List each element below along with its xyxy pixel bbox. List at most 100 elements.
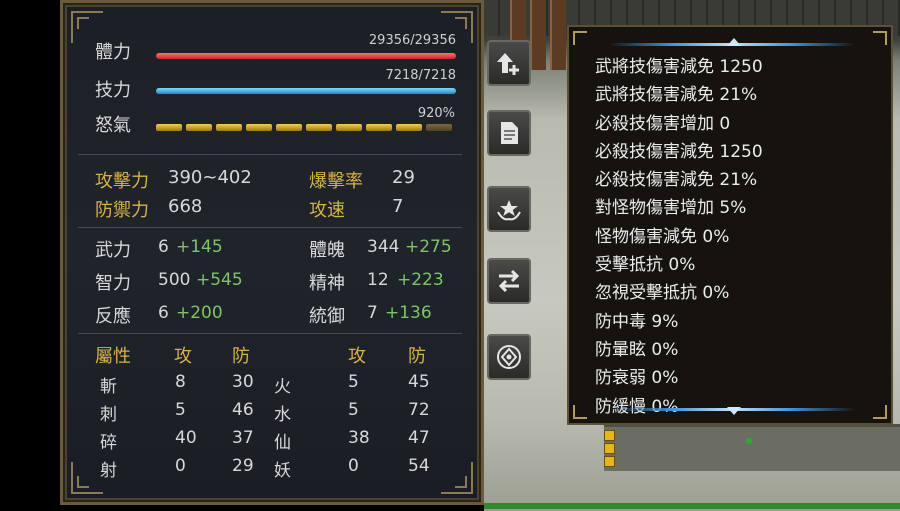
document-button[interactable] [487,110,531,156]
defense-value: 668 [168,196,203,217]
scroll-up-icon[interactable] [727,38,741,46]
level-up-button[interactable] [487,40,531,86]
attr-label: 武力 [95,240,131,261]
tooltip-line: 對怪物傷害增加 5% [595,198,747,219]
attr-bonus: +136 [385,303,432,323]
section-divider [78,227,462,228]
compass-button[interactable] [487,334,531,380]
background-floor [604,424,900,471]
tooltip-line: 防暈眩 0% [595,339,679,360]
panel-corner-ornament [71,462,103,494]
level-up-icon [497,53,519,75]
rage-segment [246,124,272,131]
emblem-icon [497,200,521,221]
panel-corner-ornament [441,462,473,494]
element-header-def: 防 [232,346,250,367]
map-marker [604,443,615,454]
element-header-def: 防 [408,346,426,367]
hp-value: 29356/29356 [368,33,456,48]
attr-label: 體魄 [309,240,345,261]
rage-segment [276,124,302,131]
attr-bonus: +275 [405,237,452,257]
attr-label: 精神 [309,273,345,294]
tooltip-line: 武將技傷害減免 21% [595,85,758,106]
tooltip-line: 怪物傷害減免 0% [595,226,730,247]
hp-bar [156,53,456,59]
attack-speed-label: 攻速 [309,200,345,221]
element-attack: 5 [348,400,359,420]
attr-base: 12 [367,270,389,290]
attr-base: 7 [367,303,378,323]
element-defense: 45 [408,372,430,392]
attack-label: 攻擊力 [95,171,149,192]
element-name: 斬 [100,377,117,397]
element-name: 碎 [100,433,117,453]
rage-segment [396,124,422,131]
background-post [530,0,546,70]
section-divider [78,333,462,334]
map-marker [746,438,752,444]
element-defense: 47 [408,428,430,448]
document-icon [501,122,518,144]
emblem-button[interactable] [487,186,531,232]
hp-label: 體力 [95,42,131,63]
map-marker [604,456,615,467]
attr-base: 344 [367,237,400,257]
attr-label: 反應 [95,306,131,327]
left-black-strip [0,0,58,511]
section-divider [78,154,462,155]
rage-label: 怒氣 [95,115,131,136]
rage-value: 920% [417,106,455,121]
rage-bar [156,124,452,131]
attack-speed-value: 7 [392,196,404,217]
attr-label: 統御 [309,306,345,327]
rage-segment [306,124,332,131]
tooltip-line: 受擊抵抗 0% [595,255,696,276]
tooltip-corner [573,405,587,419]
element-name: 妖 [274,461,291,481]
crit-rate-value: 29 [392,167,415,188]
rage-segment [366,124,392,131]
element-name: 射 [100,461,117,481]
rage-segment [426,124,452,131]
map-marker [604,430,615,441]
swap-button[interactable] [487,258,531,304]
element-header-atk: 攻 [348,346,366,367]
attr-bonus: +200 [176,303,223,323]
mp-value: 7218/7218 [385,68,456,83]
scroll-down-icon[interactable] [727,407,741,415]
tooltip-line: 必殺技傷害減免 21% [595,170,758,191]
element-attack: 38 [348,428,370,448]
element-attack: 0 [348,456,359,476]
attack-value: 390~402 [168,167,252,188]
crit-rate-label: 爆擊率 [309,171,363,192]
rage-segment [336,124,362,131]
element-defense: 46 [232,400,254,420]
background-post [550,0,566,70]
element-name: 仙 [274,433,291,453]
rage-segment [156,124,182,131]
tooltip-line: 防衰弱 0% [595,368,679,389]
attr-base: 500 [158,270,191,290]
element-defense: 72 [408,400,430,420]
tooltip-line: 必殺技傷害減免 1250 [595,141,763,162]
element-defense: 37 [232,428,254,448]
tooltip-line: 必殺技傷害增加 0 [595,113,731,134]
tooltip-line: 防中毒 9% [595,311,679,332]
element-name: 水 [274,405,291,425]
stats-tooltip[interactable]: 武將技傷害減免 1250 武將技傷害減免 21% 必殺技傷害增加 0 必殺技傷害減免 … [567,25,893,425]
attr-base: 6 [158,237,169,257]
element-attack: 0 [175,456,186,476]
compass-icon [497,345,521,369]
attr-bonus: +545 [196,270,243,290]
tooltip-line: 武將技傷害減免 1250 [595,57,763,77]
element-attack: 5 [348,372,359,392]
rage-segment [216,124,242,131]
element-defense: 30 [232,372,254,392]
element-defense: 29 [232,456,254,476]
element-header-label: 屬性 [95,346,131,367]
attr-bonus: +145 [176,237,223,257]
mp-label: 技力 [95,80,131,101]
element-attack: 5 [175,400,186,420]
element-attack: 40 [175,428,197,448]
